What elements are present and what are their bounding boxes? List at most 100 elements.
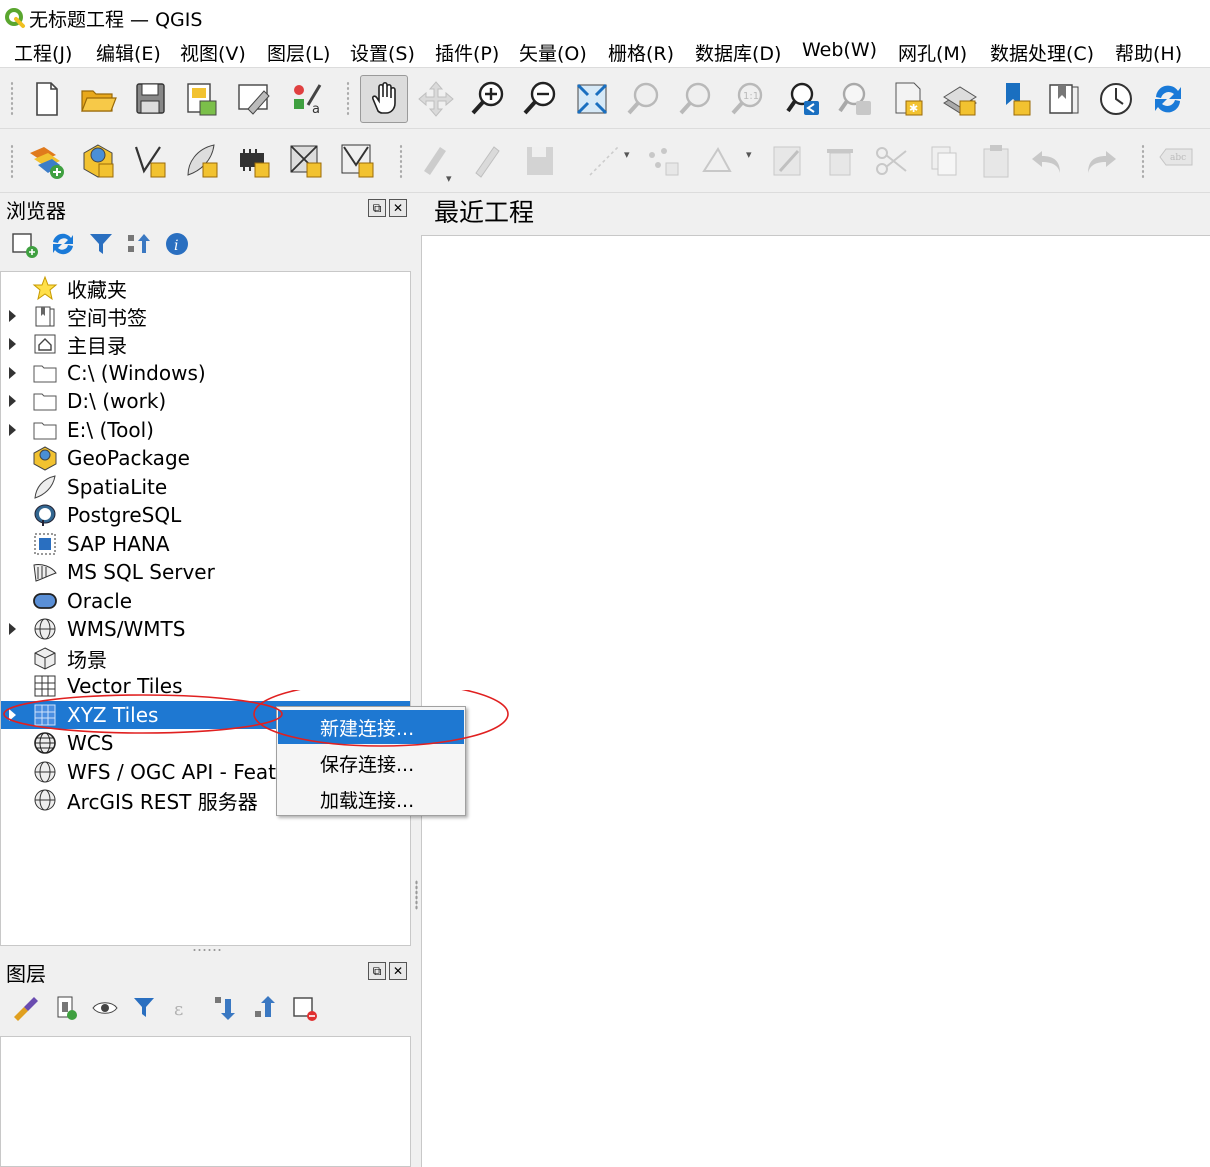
tree-item-drive-d[interactable]: D:\ (work)	[1, 387, 410, 415]
expand-arrow-icon[interactable]	[9, 709, 16, 721]
expand-arrow-icon[interactable]	[9, 424, 16, 436]
visibility-icon[interactable]	[90, 993, 120, 1027]
vertical-splitter[interactable]	[415, 880, 418, 910]
filter-legend-icon[interactable]	[130, 993, 160, 1027]
close-panel-icon[interactable]: ✕	[389, 962, 407, 980]
tree-item-home[interactable]: 主目录	[1, 330, 410, 358]
cut-features-icon[interactable]	[870, 139, 914, 183]
new-temporary-layer-icon[interactable]	[232, 139, 276, 183]
expand-arrow-icon[interactable]	[9, 367, 16, 379]
new-virtual-layer-icon[interactable]	[284, 139, 328, 183]
menu-layer[interactable]: 图层(L)	[267, 39, 330, 66]
new-spatial-bookmark-icon[interactable]	[994, 77, 1038, 121]
menu-edit[interactable]: 编辑(E)	[96, 39, 161, 66]
vertex-tool-icon[interactable]	[640, 139, 684, 183]
properties-icon[interactable]: i	[162, 229, 192, 263]
dropdown-arrow-icon[interactable]: ▾	[746, 148, 752, 161]
tree-item-drive-c[interactable]: C:\ (Windows)	[1, 359, 410, 387]
layers-tree[interactable]	[0, 1036, 411, 1167]
layout-manager-icon[interactable]	[232, 77, 276, 121]
toolbar-grip[interactable]	[1141, 144, 1145, 180]
tree-item-vector-tiles[interactable]: Vector Tiles	[1, 672, 410, 700]
expand-arrow-icon[interactable]	[9, 338, 16, 350]
toolbar-grip[interactable]	[10, 144, 14, 180]
menu-item-new-connection[interactable]: 新建连接...	[278, 710, 464, 744]
open-project-icon[interactable]	[76, 77, 120, 121]
dropdown-arrow-icon[interactable]: ▾	[624, 148, 630, 161]
menu-view[interactable]: 视图(V)	[180, 39, 246, 66]
tree-item-drive-e[interactable]: E:\ (Tool)	[1, 416, 410, 444]
refresh-icon[interactable]	[48, 229, 78, 263]
add-group-icon[interactable]	[50, 993, 80, 1027]
new-shapefile-layer-icon[interactable]	[128, 139, 172, 183]
menu-plugins[interactable]: 插件(P)	[435, 39, 499, 66]
tree-item-sap-hana[interactable]: SAP HANA	[1, 530, 410, 558]
zoom-next-icon[interactable]	[834, 77, 878, 121]
expand-all-icon[interactable]	[210, 993, 240, 1027]
tree-item-spatial-bookmarks[interactable]: 空间书签	[1, 302, 410, 330]
remove-layer-icon[interactable]	[290, 993, 320, 1027]
style-panel-icon[interactable]	[10, 993, 40, 1027]
new-spatialite-layer-icon[interactable]	[180, 139, 224, 183]
menu-help[interactable]: 帮助(H)	[1115, 39, 1182, 66]
tree-item-mssql[interactable]: MS SQL Server	[1, 558, 410, 586]
label-icon[interactable]: abc	[1154, 135, 1198, 179]
menu-vector[interactable]: 矢量(O)	[519, 39, 587, 66]
collapse-all-icon[interactable]	[250, 993, 280, 1027]
menu-mesh[interactable]: 网孔(M)	[898, 39, 967, 66]
pan-to-selection-icon[interactable]	[414, 77, 458, 121]
tree-item-oracle[interactable]: Oracle	[1, 587, 410, 615]
new-bookmark-icon[interactable]: ✱	[886, 77, 930, 121]
tree-item-spatialite[interactable]: SpatiaLite	[1, 473, 410, 501]
zoom-selection-icon[interactable]	[622, 77, 666, 121]
close-panel-icon[interactable]: ✕	[389, 199, 407, 217]
refresh-icon[interactable]	[1146, 77, 1190, 121]
toolbar-grip[interactable]	[10, 81, 14, 117]
zoom-in-icon[interactable]	[466, 77, 510, 121]
recent-projects-list[interactable]	[421, 235, 1210, 1167]
advanced-digitizing-icon[interactable]	[696, 139, 740, 183]
pan-map-icon[interactable]	[360, 75, 408, 123]
panel-splitter[interactable]	[192, 948, 222, 952]
float-panel-icon[interactable]: ⧉	[368, 962, 386, 980]
print-layout-icon[interactable]	[180, 77, 224, 121]
filter-expression-icon[interactable]: ε	[170, 993, 200, 1027]
zoom-out-icon[interactable]	[518, 77, 562, 121]
expand-arrow-icon[interactable]	[9, 623, 16, 635]
zoom-layer-icon[interactable]	[674, 77, 718, 121]
expand-arrow-icon[interactable]	[9, 395, 16, 407]
undo-icon[interactable]	[1026, 139, 1070, 183]
new-mesh-layer-icon[interactable]	[336, 139, 380, 183]
delete-selected-icon[interactable]	[818, 139, 862, 183]
digitize-line-icon[interactable]	[582, 139, 626, 183]
tree-item-geopackage[interactable]: GeoPackage	[1, 444, 410, 472]
float-panel-icon[interactable]: ⧉	[368, 199, 386, 217]
tree-item-favorites[interactable]: 收藏夹	[1, 274, 410, 302]
menu-item-load-connections[interactable]: 加载连接...	[278, 782, 464, 816]
zoom-last-icon[interactable]	[782, 77, 826, 121]
tree-item-scenes[interactable]: 场景	[1, 644, 410, 672]
show-bookmarks-icon[interactable]	[938, 77, 982, 121]
zoom-full-icon[interactable]	[570, 77, 614, 121]
menu-project[interactable]: 工程(J)	[14, 39, 72, 66]
add-selected-layers-icon[interactable]	[10, 229, 40, 263]
temporal-controller-icon[interactable]	[1094, 77, 1138, 121]
menu-settings[interactable]: 设置(S)	[350, 39, 415, 66]
save-project-icon[interactable]	[128, 77, 172, 121]
toggle-editing-icon[interactable]	[464, 139, 508, 183]
style-manager-icon[interactable]: a	[284, 77, 328, 121]
copy-features-icon[interactable]	[922, 139, 966, 183]
menu-item-save-connections[interactable]: 保存连接...	[278, 746, 464, 780]
data-source-manager-icon[interactable]	[24, 139, 68, 183]
toolbar-grip[interactable]	[399, 144, 403, 180]
new-geopackage-layer-icon[interactable]	[76, 139, 120, 183]
new-project-icon[interactable]	[24, 77, 68, 121]
dropdown-arrow-icon[interactable]: ▾	[446, 172, 452, 185]
collapse-all-icon[interactable]	[124, 229, 154, 263]
save-edits-icon[interactable]	[518, 139, 562, 183]
redo-icon[interactable]	[1078, 139, 1122, 183]
spatial-bookmarks-icon[interactable]	[1042, 77, 1086, 121]
paste-features-icon[interactable]	[974, 139, 1018, 183]
menu-web[interactable]: Web(W)	[802, 39, 877, 61]
menu-database[interactable]: 数据库(D)	[695, 39, 781, 66]
